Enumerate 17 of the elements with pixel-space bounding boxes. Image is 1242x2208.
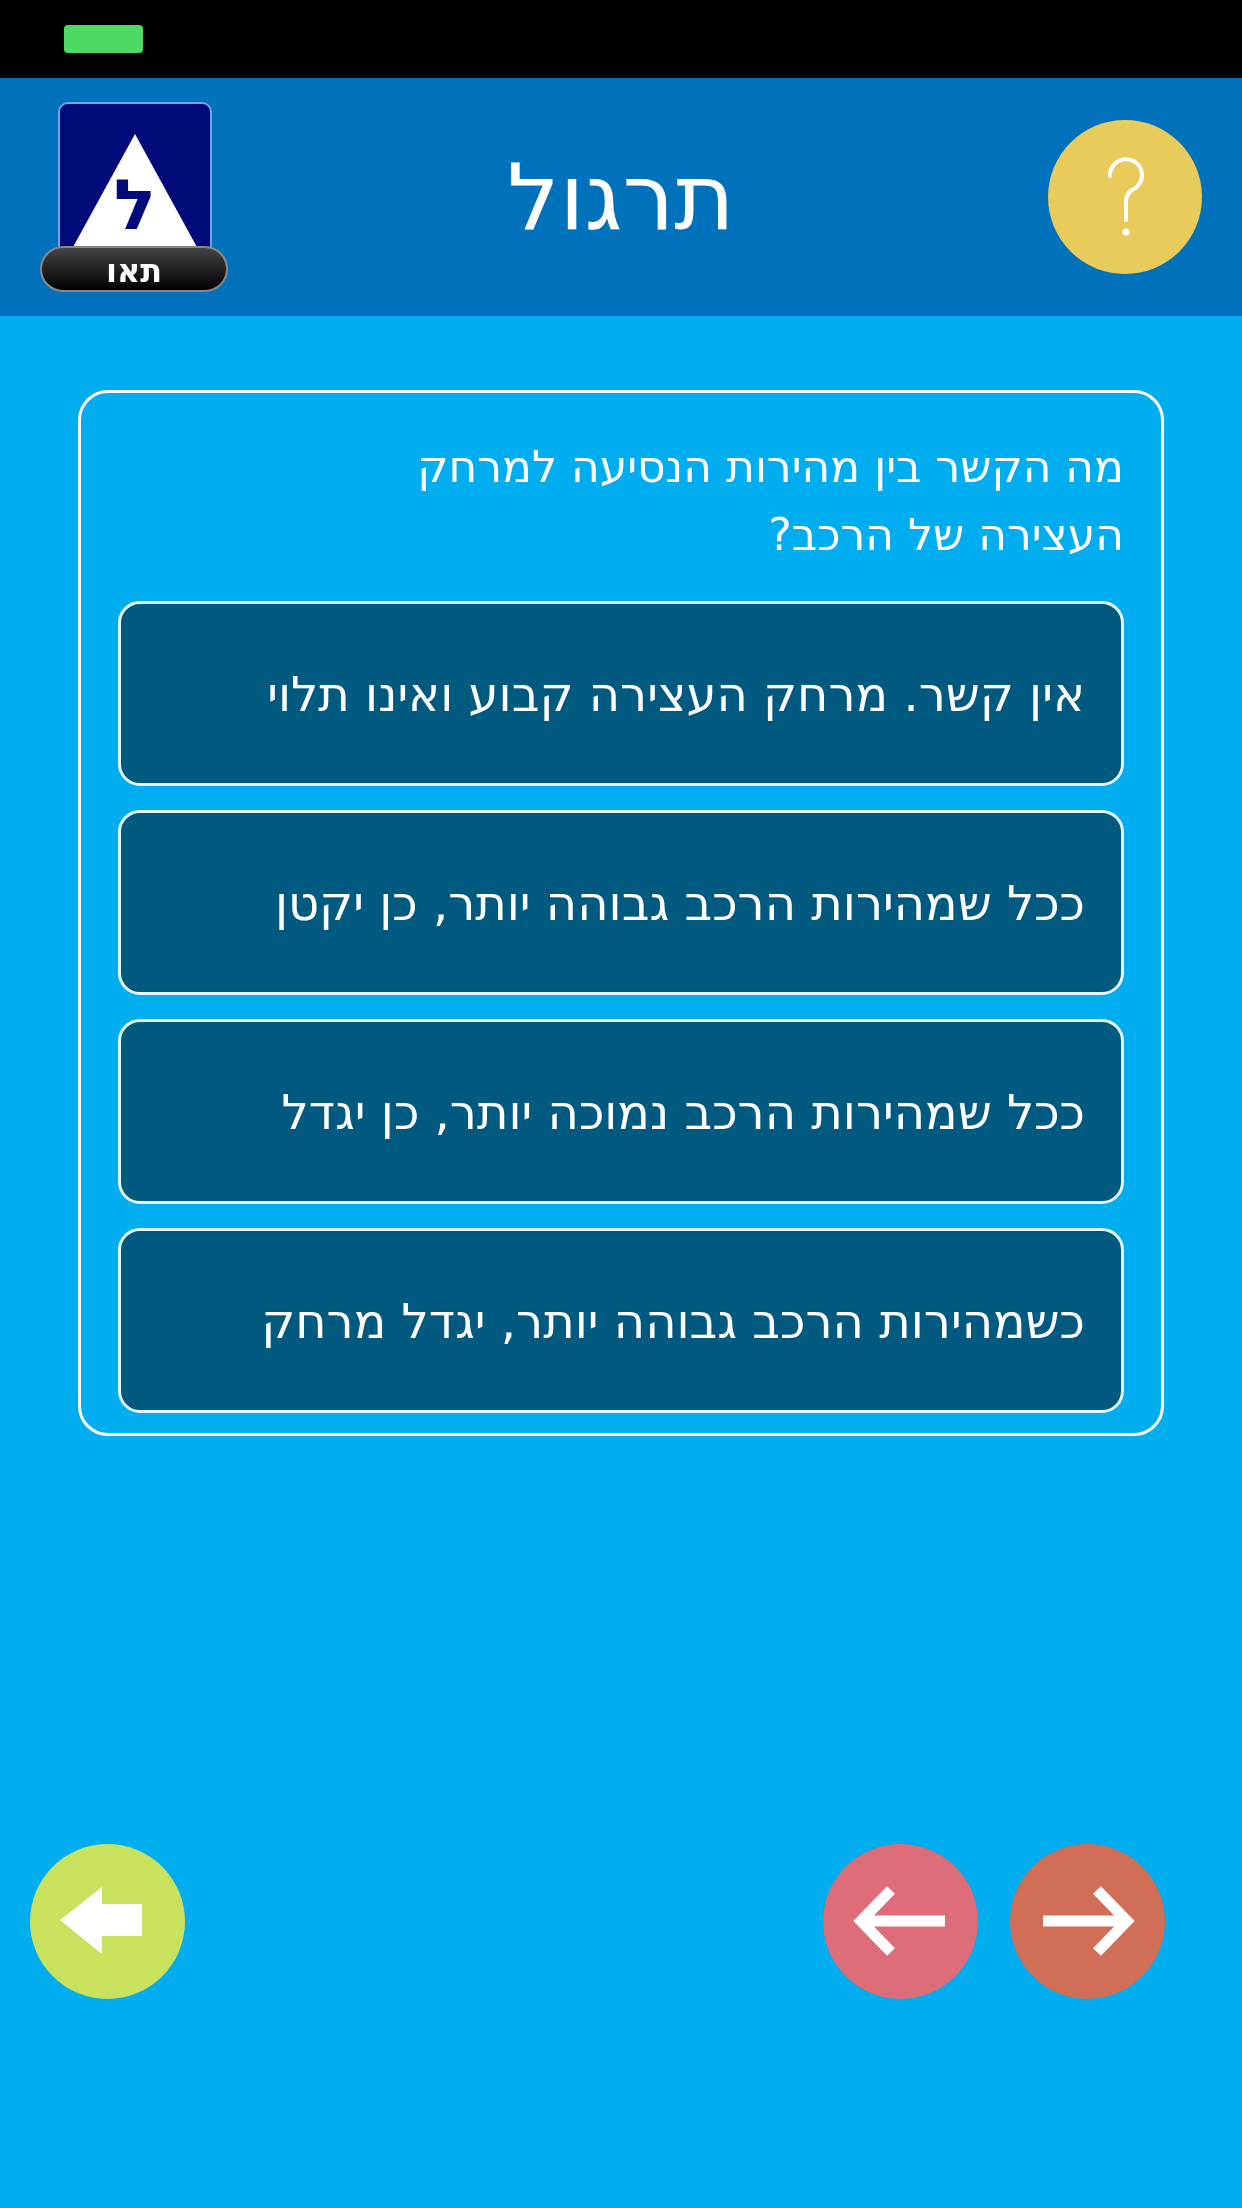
arrow-left-icon	[30, 1844, 185, 1999]
logo-caption: תאו	[40, 246, 228, 292]
arrow-right-icon	[1010, 1844, 1165, 1999]
question-text: מה הקשר בין מהירות הנסיעה למרחק העצירה של הרכב?	[416, 440, 1124, 562]
previous-button[interactable]	[823, 1844, 978, 1999]
answer-option[interactable]: אין קשר. מרחק העצירה קבוע ואינו תלוי	[118, 601, 1124, 786]
question-mark-icon	[1048, 120, 1202, 274]
arrow-left-icon	[823, 1844, 978, 1999]
logo-letter: ל	[113, 170, 157, 240]
answer-option[interactable]: ככל שמהירות הרכב נמוכה יותר, כן יגדל	[118, 1019, 1124, 1204]
answer-option[interactable]: כשמהירות הרכב גבוהה יותר, יגדל מרחק	[118, 1228, 1124, 1413]
back-button[interactable]	[30, 1844, 185, 1999]
page-title: תרגול	[506, 143, 736, 251]
answer-option[interactable]: ככל שמהירות הרכב גבוהה יותר, כן יקטן	[118, 810, 1124, 995]
next-button[interactable]	[1010, 1844, 1165, 1999]
help-button[interactable]	[1048, 120, 1202, 274]
battery-icon	[64, 25, 143, 53]
